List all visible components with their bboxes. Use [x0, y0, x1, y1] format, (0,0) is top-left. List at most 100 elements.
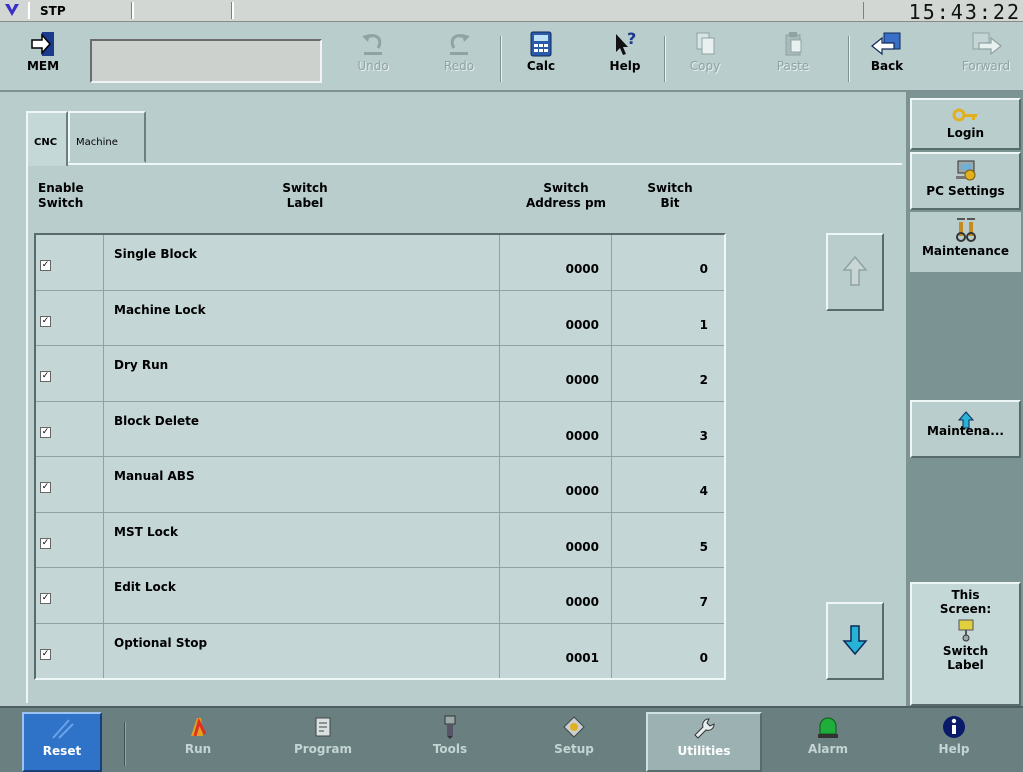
mem-display-field[interactable]	[90, 39, 322, 83]
copy-button[interactable]: Copy	[674, 28, 736, 88]
switch-label: Edit Lock	[114, 580, 176, 594]
label-cell[interactable]: Machine Lock	[104, 290, 500, 345]
nav-help[interactable]: Help	[904, 712, 1004, 772]
table-row[interactable]: ✓ Manual ABS 0000 4	[36, 457, 724, 513]
forward-button[interactable]: Forward	[950, 28, 1022, 88]
program-icon	[315, 717, 331, 737]
enable-cell: ✓	[36, 290, 104, 345]
pc-settings-icon	[955, 160, 975, 181]
bit-cell[interactable]: 0	[612, 235, 724, 290]
arrow-down-icon	[842, 625, 868, 656]
label-cell[interactable]: Dry Run	[104, 346, 500, 401]
address-cell[interactable]: 0000	[500, 457, 612, 512]
enable-checkbox[interactable]: ✓	[40, 426, 51, 438]
tools-label: Tools	[432, 742, 468, 756]
header-enable-switch: Enable Switch	[38, 181, 110, 211]
nav-program[interactable]: Program	[268, 712, 378, 772]
tab-machine[interactable]: Machine	[68, 111, 146, 163]
back-button[interactable]: Back	[856, 28, 918, 88]
table-row[interactable]: ✓ Edit Lock 0000 7	[36, 568, 724, 624]
enable-checkbox[interactable]: ✓	[40, 593, 51, 604]
switch-label: Single Block	[114, 247, 197, 261]
label-cell[interactable]: MST Lock	[104, 512, 500, 567]
bit-cell[interactable]: 3	[612, 402, 724, 457]
enable-checkbox[interactable]: ✓	[40, 537, 51, 549]
nav-utilities[interactable]: Utilities	[646, 712, 762, 772]
enable-checkbox[interactable]: ✓	[40, 482, 51, 493]
label-cell[interactable]: Block Delete	[104, 401, 500, 456]
redo-button[interactable]: Redo	[428, 28, 490, 88]
toolbar: MEM Undo Redo Calc ? Help Copy Paste Bac…	[0, 22, 1023, 92]
header-switch-address: Switch Address pm	[516, 181, 616, 211]
address-cell[interactable]: 0000	[500, 290, 612, 345]
address-cell[interactable]: 0000	[500, 512, 612, 567]
bit-cell[interactable]: 5	[612, 513, 724, 568]
wrench-icon	[694, 718, 715, 739]
header-text: Switch	[647, 181, 693, 195]
label-cell[interactable]: Single Block	[104, 235, 500, 290]
bit-cell[interactable]: 2	[612, 346, 724, 401]
mem-button[interactable]: MEM	[12, 28, 74, 88]
address-cell[interactable]: 0000	[500, 235, 612, 290]
setup-label: Setup	[554, 742, 594, 756]
nav-run[interactable]: Run	[148, 712, 248, 772]
calc-label: Calc	[526, 59, 556, 73]
nav-tools[interactable]: Tools	[400, 712, 500, 772]
enable-checkbox[interactable]: ✓	[40, 648, 51, 660]
nav-alarm[interactable]: Alarm	[778, 712, 878, 772]
enable-checkbox[interactable]: ✓	[40, 260, 51, 271]
label-cell[interactable]: Optional Stop	[104, 623, 500, 678]
paste-button[interactable]: Paste	[762, 28, 824, 88]
table-row[interactable]: ✓ Single Block 0000 0	[36, 235, 724, 291]
mem-label: MEM	[26, 59, 60, 73]
switch-address: 0001	[565, 650, 599, 665]
reset-button[interactable]: Reset	[22, 712, 102, 772]
maintena-button[interactable]: Maintena...	[910, 400, 1021, 458]
bit-cell[interactable]: 0	[612, 624, 724, 679]
address-cell[interactable]: 0000	[500, 401, 612, 456]
help-button[interactable]: ? Help	[594, 28, 656, 88]
address-cell[interactable]: 0000	[500, 346, 612, 401]
scroll-up-button[interactable]	[826, 233, 884, 311]
table-row[interactable]: ✓ Machine Lock 0000 1	[36, 290, 724, 346]
back-label: Back	[870, 59, 904, 73]
sidebar: Login PC Settings Maintenance Maintena..…	[906, 92, 1023, 706]
run-label: Run	[184, 742, 212, 756]
maintenance-tab[interactable]: Maintenance	[910, 212, 1021, 272]
login-button[interactable]: Login	[910, 98, 1021, 150]
nav-setup[interactable]: Setup	[524, 712, 624, 772]
key-icon	[952, 108, 977, 122]
label-cell[interactable]: Manual ABS	[104, 457, 500, 512]
undo-icon	[362, 34, 382, 55]
pc-settings-button[interactable]: PC Settings	[910, 152, 1021, 210]
tab-cnc[interactable]: CNC	[26, 111, 68, 166]
header-text: Switch	[38, 196, 84, 210]
table-row[interactable]: ✓ MST Lock 0000 5	[36, 512, 724, 568]
table-row[interactable]: ✓ Dry Run 0000 2	[36, 346, 724, 402]
switch-bit: 0	[699, 650, 708, 665]
utilities-label: Utilities	[677, 744, 731, 758]
paste-label: Paste	[776, 59, 810, 73]
undo-button[interactable]: Undo	[342, 28, 404, 88]
scroll-down-button[interactable]	[826, 602, 884, 680]
bit-cell[interactable]: 1	[612, 291, 724, 346]
label-cell[interactable]: Edit Lock	[104, 568, 500, 623]
address-cell[interactable]: 0000	[500, 568, 612, 623]
switch-address: 0000	[565, 539, 599, 554]
maintena-label: Maintena...	[927, 424, 1004, 438]
enable-checkbox[interactable]: ✓	[40, 315, 51, 327]
enable-checkbox[interactable]: ✓	[40, 371, 51, 382]
back-arrow-icon	[871, 32, 901, 56]
bit-cell[interactable]: 4	[612, 457, 724, 512]
alarm-light-icon	[818, 717, 838, 738]
tab-machine-label: Machine	[76, 137, 118, 148]
bit-cell[interactable]: 7	[612, 568, 724, 623]
table-row[interactable]: ✓ Optional Stop 0001 0	[36, 623, 724, 679]
setup-icon	[563, 716, 585, 738]
tools-icon	[444, 715, 456, 739]
address-cell[interactable]: 0001	[500, 623, 612, 678]
table-row[interactable]: ✓ Block Delete 0000 3	[36, 401, 724, 457]
toolbar-divider	[664, 36, 666, 82]
calc-button[interactable]: Calc	[510, 28, 572, 88]
arrow-up-icon	[842, 255, 868, 286]
